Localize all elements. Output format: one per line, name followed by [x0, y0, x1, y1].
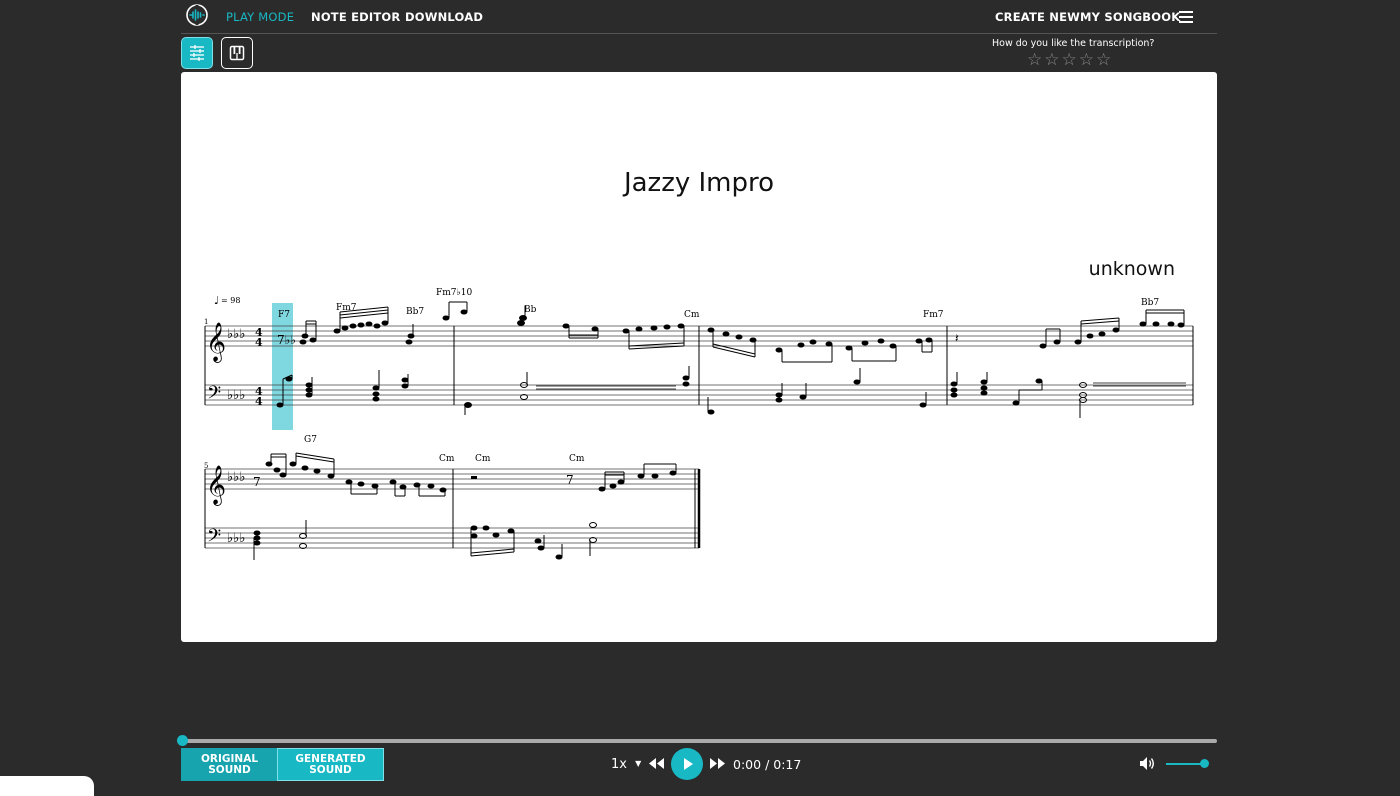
- chord-label: Fm7: [923, 310, 944, 320]
- current-time: 0:00: [733, 757, 762, 772]
- key-signature-bass-1: ♭♭♭: [227, 388, 245, 403]
- sheet-view-button[interactable]: [181, 37, 213, 69]
- top-navbar: PLAY MODE NOTE EDITOR DOWNLOAD CREATE NE…: [181, 0, 1217, 34]
- svg-text:4: 4: [255, 336, 263, 349]
- chord-label: Bb7: [406, 307, 424, 317]
- chord-label: Fm7♭10: [436, 288, 472, 298]
- rating-stars[interactable]: ☆☆☆☆☆: [1027, 50, 1113, 70]
- bass-clef-icon: 𝄢: [207, 526, 221, 551]
- nav-create-new[interactable]: CREATE NEW: [995, 10, 1080, 24]
- original-sound-button[interactable]: ORIGINAL SOUND: [181, 748, 278, 781]
- svg-text:𝄽: 𝄽: [955, 331, 959, 345]
- svg-text:7♭♭: 7♭♭: [277, 333, 296, 347]
- key-signature-2: ♭♭♭: [227, 470, 245, 485]
- tempo-note-icon: ♩: [214, 294, 219, 307]
- volume-slider-track[interactable]: [1166, 763, 1204, 765]
- key-signature-1: ♭♭♭: [227, 327, 245, 342]
- key-signature-bass-2: ♭♭♭: [227, 531, 245, 546]
- chord-label: Cm: [684, 310, 700, 320]
- playback-speed-value: 1x: [611, 757, 627, 772]
- play-button[interactable]: [671, 748, 703, 780]
- bass-notes-system-1: [276, 366, 1186, 418]
- chord-label: Cm: [569, 454, 585, 464]
- rewind-icon[interactable]: [648, 757, 665, 770]
- sheet-music-canvas: Jazzy Impro unknown ♩ = 98 1 5 𝄞 𝄢 ♭♭♭ ♭…: [181, 72, 1217, 642]
- svg-text:4: 4: [255, 395, 263, 408]
- svg-text:7: 7: [253, 475, 261, 489]
- fast-forward-icon[interactable]: [709, 757, 726, 770]
- chord-label: Cm: [475, 454, 491, 464]
- caret-down-icon: ▼: [635, 759, 642, 768]
- bass-notes-system-2: [253, 520, 597, 560]
- volume-slider-handle[interactable]: [1200, 759, 1209, 768]
- total-time: 0:17: [773, 757, 802, 772]
- nav-play-mode[interactable]: PLAY MODE: [226, 10, 294, 24]
- chord-label: G7: [304, 435, 317, 445]
- bottom-left-widget[interactable]: [0, 776, 94, 796]
- time-separator: /: [765, 757, 770, 772]
- barlines-1: [204, 326, 1194, 405]
- chord-label: Bb: [524, 305, 537, 315]
- barlines-2: [204, 469, 701, 548]
- progress-scrubber-handle[interactable]: [177, 735, 188, 746]
- chord-label: Bb7: [1141, 298, 1159, 308]
- waveform-logo-icon[interactable]: [185, 3, 209, 27]
- chord-label: F7: [278, 310, 290, 320]
- playback-time: 0:00 / 0:17: [733, 757, 801, 772]
- bass-clef-icon: 𝄢: [207, 383, 221, 408]
- rating-question: How do you like the transcription?: [992, 38, 1155, 49]
- generated-sound-button[interactable]: GENERATED SOUND: [277, 748, 384, 781]
- nav-my-songbook[interactable]: MY SONGBOOK: [1080, 10, 1180, 24]
- tempo-marking: = 98: [221, 296, 240, 305]
- volume-icon[interactable]: [1139, 756, 1156, 771]
- nav-download[interactable]: DOWNLOAD: [405, 10, 483, 24]
- notes-system-2: 7 7: [253, 452, 677, 497]
- playback-progress-bar[interactable]: [177, 735, 1217, 746]
- piano-keys-icon: [229, 45, 245, 61]
- hamburger-icon[interactable]: [1179, 11, 1193, 23]
- sheet-lines-icon: [190, 45, 204, 61]
- svg-text:7: 7: [566, 473, 574, 487]
- playhead-highlight: [272, 303, 293, 430]
- bass-staff-2: [205, 527, 699, 549]
- treble-clef-icon: 𝄞: [206, 465, 226, 506]
- chord-label: Cm: [439, 454, 455, 464]
- treble-clef-icon: 𝄞: [206, 322, 226, 363]
- piano-view-button[interactable]: [221, 37, 253, 69]
- playback-speed-select[interactable]: 1x ▼: [611, 757, 641, 772]
- score-staves: ♩ = 98 1 5 𝄞 𝄢 ♭♭♭ ♭♭♭ 4 4 4 4 F7 Fm7 Bb: [204, 288, 1194, 560]
- play-icon: [684, 758, 693, 770]
- nav-note-editor[interactable]: NOTE EDITOR: [311, 10, 400, 24]
